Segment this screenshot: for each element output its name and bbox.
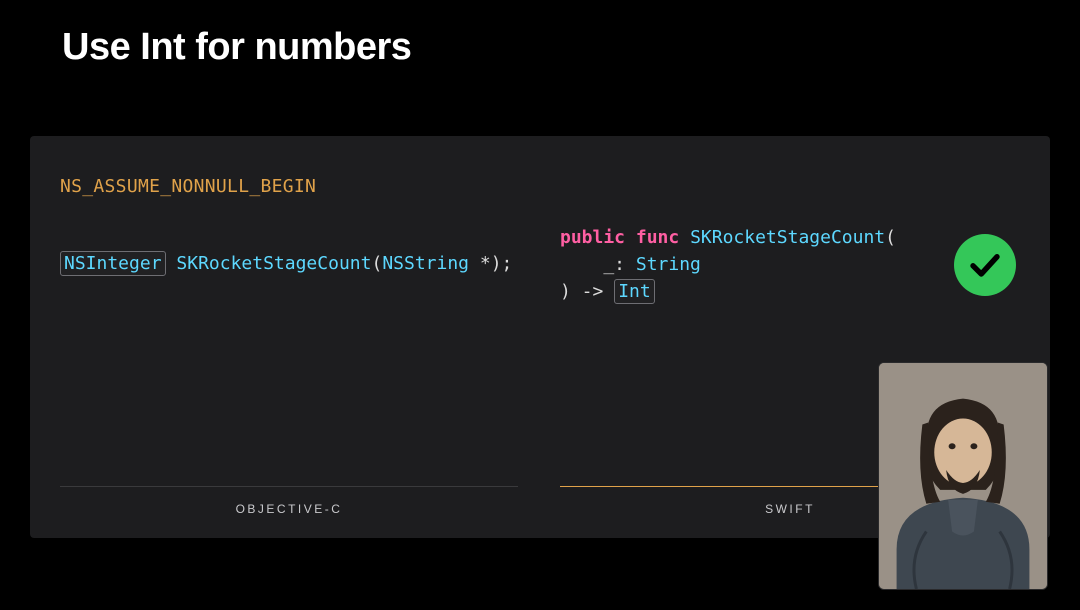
swift-param-type: String <box>636 254 701 275</box>
objc-param-type: NSString <box>382 253 469 274</box>
objc-sig-open: ( <box>371 253 382 274</box>
objc-func-name: SKRocketStageCount <box>176 253 371 274</box>
objc-macro: NS_ASSUME_NONNULL_BEGIN <box>60 176 316 197</box>
status-ok-badge <box>954 234 1016 296</box>
speaker-video-pip <box>878 362 1048 590</box>
slide-title: Use Int for numbers <box>62 26 411 69</box>
objc-code-block: NSInteger SKRocketStageCount(NSString *)… <box>60 250 512 277</box>
swift-open-paren: ( <box>885 227 896 248</box>
swift-param-prefix: _: <box>560 254 636 275</box>
objc-return-type: NSInteger <box>60 251 166 276</box>
swift-code-block: public func SKRocketStageCount( _: Strin… <box>560 224 896 305</box>
check-icon <box>967 247 1003 283</box>
speaker-silhouette <box>879 363 1047 589</box>
swift-return-type: Int <box>614 279 655 304</box>
lang-label-objc: OBJECTIVE-C <box>60 502 518 516</box>
divider-objc <box>60 486 518 487</box>
swift-kw-public: public <box>560 227 625 248</box>
swift-kw-func: func <box>636 227 679 248</box>
swift-func-name: SKRocketStageCount <box>690 227 885 248</box>
swift-close-arrow: ) -> <box>560 281 614 302</box>
objc-sig-rest: *); <box>469 253 512 274</box>
